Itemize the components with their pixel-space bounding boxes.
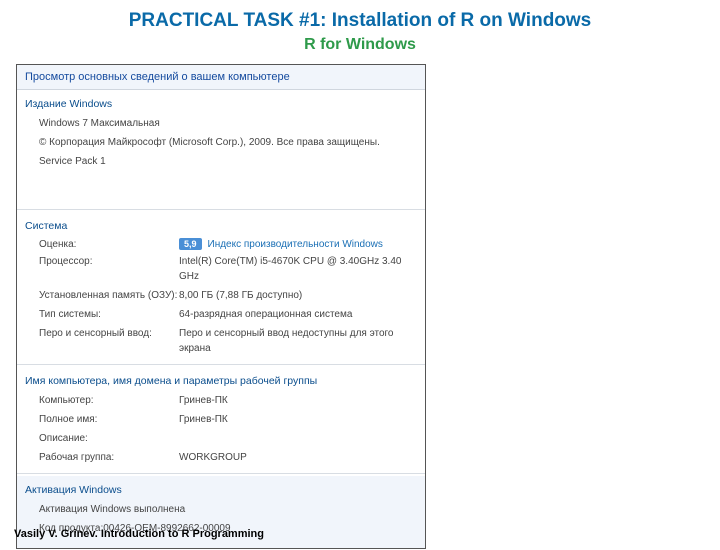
row-value: Гринев-ПК xyxy=(179,412,228,427)
computer-row: Рабочая группа: WORKGROUP xyxy=(17,448,425,467)
row-value: 8,00 ГБ (7,88 ГБ доступно) xyxy=(179,288,302,303)
edition-copyright: © Корпорация Майкрософт (Microsoft Corp.… xyxy=(39,135,380,150)
row-label: Компьютер: xyxy=(39,393,179,408)
edition-section: Издание Windows Windows 7 Максимальная ©… xyxy=(17,90,425,175)
panel-header: Просмотр основных сведений о вашем компь… xyxy=(17,65,425,90)
row-label: Полное имя: xyxy=(39,412,179,427)
row-label: Рабочая группа: xyxy=(39,450,179,465)
computer-row: Полное имя: Гринев-ПК xyxy=(17,410,425,429)
computer-section: Имя компьютера, имя домена и параметры р… xyxy=(17,367,425,471)
row-value: Intel(R) Core(TM) i5-4670K CPU @ 3.40GHz… xyxy=(179,254,417,284)
system-section: Система Оценка: 5,9 Индекс производитель… xyxy=(17,212,425,362)
edition-servicepack: Service Pack 1 xyxy=(39,154,106,169)
computer-title: Имя компьютера, имя домена и параметры р… xyxy=(17,373,425,391)
system-row: Перо и сенсорный ввод: Перо и сенсорный … xyxy=(17,324,425,358)
divider xyxy=(17,473,425,474)
activation-title: Активация Windows xyxy=(17,482,425,500)
computer-row: Описание: xyxy=(17,429,425,448)
system-row: Тип системы: 64-разрядная операционная с… xyxy=(17,305,425,324)
row-value: 64-разрядная операционная система xyxy=(179,307,352,322)
slide-subtitle: R for Windows xyxy=(0,36,720,54)
row-label: Установленная память (ОЗУ): xyxy=(39,288,179,303)
rating-row: Оценка: 5,9 Индекс производительности Wi… xyxy=(17,236,425,252)
row-value: Перо и сенсорный ввод недоступны для это… xyxy=(179,326,417,356)
system-info-panel: Просмотр основных сведений о вашем компь… xyxy=(16,64,426,549)
system-title: Система xyxy=(17,218,425,236)
row-label: Тип системы: xyxy=(39,307,179,322)
rating-badge: 5,9 xyxy=(179,238,202,250)
row-label: Процессор: xyxy=(39,254,179,284)
edition-name: Windows 7 Максимальная xyxy=(39,116,160,131)
system-row: Установленная память (ОЗУ): 8,00 ГБ (7,8… xyxy=(17,286,425,305)
divider xyxy=(17,364,425,365)
system-row: Процессор: Intel(R) Core(TM) i5-4670K CP… xyxy=(17,252,425,286)
row-label: Описание: xyxy=(39,431,179,446)
rating-label: Оценка: xyxy=(39,239,179,250)
edition-title: Издание Windows xyxy=(17,96,425,114)
activation-status: Активация Windows выполнена xyxy=(39,502,185,517)
row-value: WORKGROUP xyxy=(179,450,247,465)
divider xyxy=(17,209,425,210)
rating-link[interactable]: Индекс производительности Windows xyxy=(208,239,383,250)
slide-footer: Vasily V. Grinev. Introduction to R Prog… xyxy=(14,528,264,540)
computer-row: Компьютер: Гринев-ПК xyxy=(17,391,425,410)
row-label: Перо и сенсорный ввод: xyxy=(39,326,179,356)
row-value: Гринев-ПК xyxy=(179,393,228,408)
slide-title: PRACTICAL TASK #1: Installation of R on … xyxy=(0,10,720,32)
